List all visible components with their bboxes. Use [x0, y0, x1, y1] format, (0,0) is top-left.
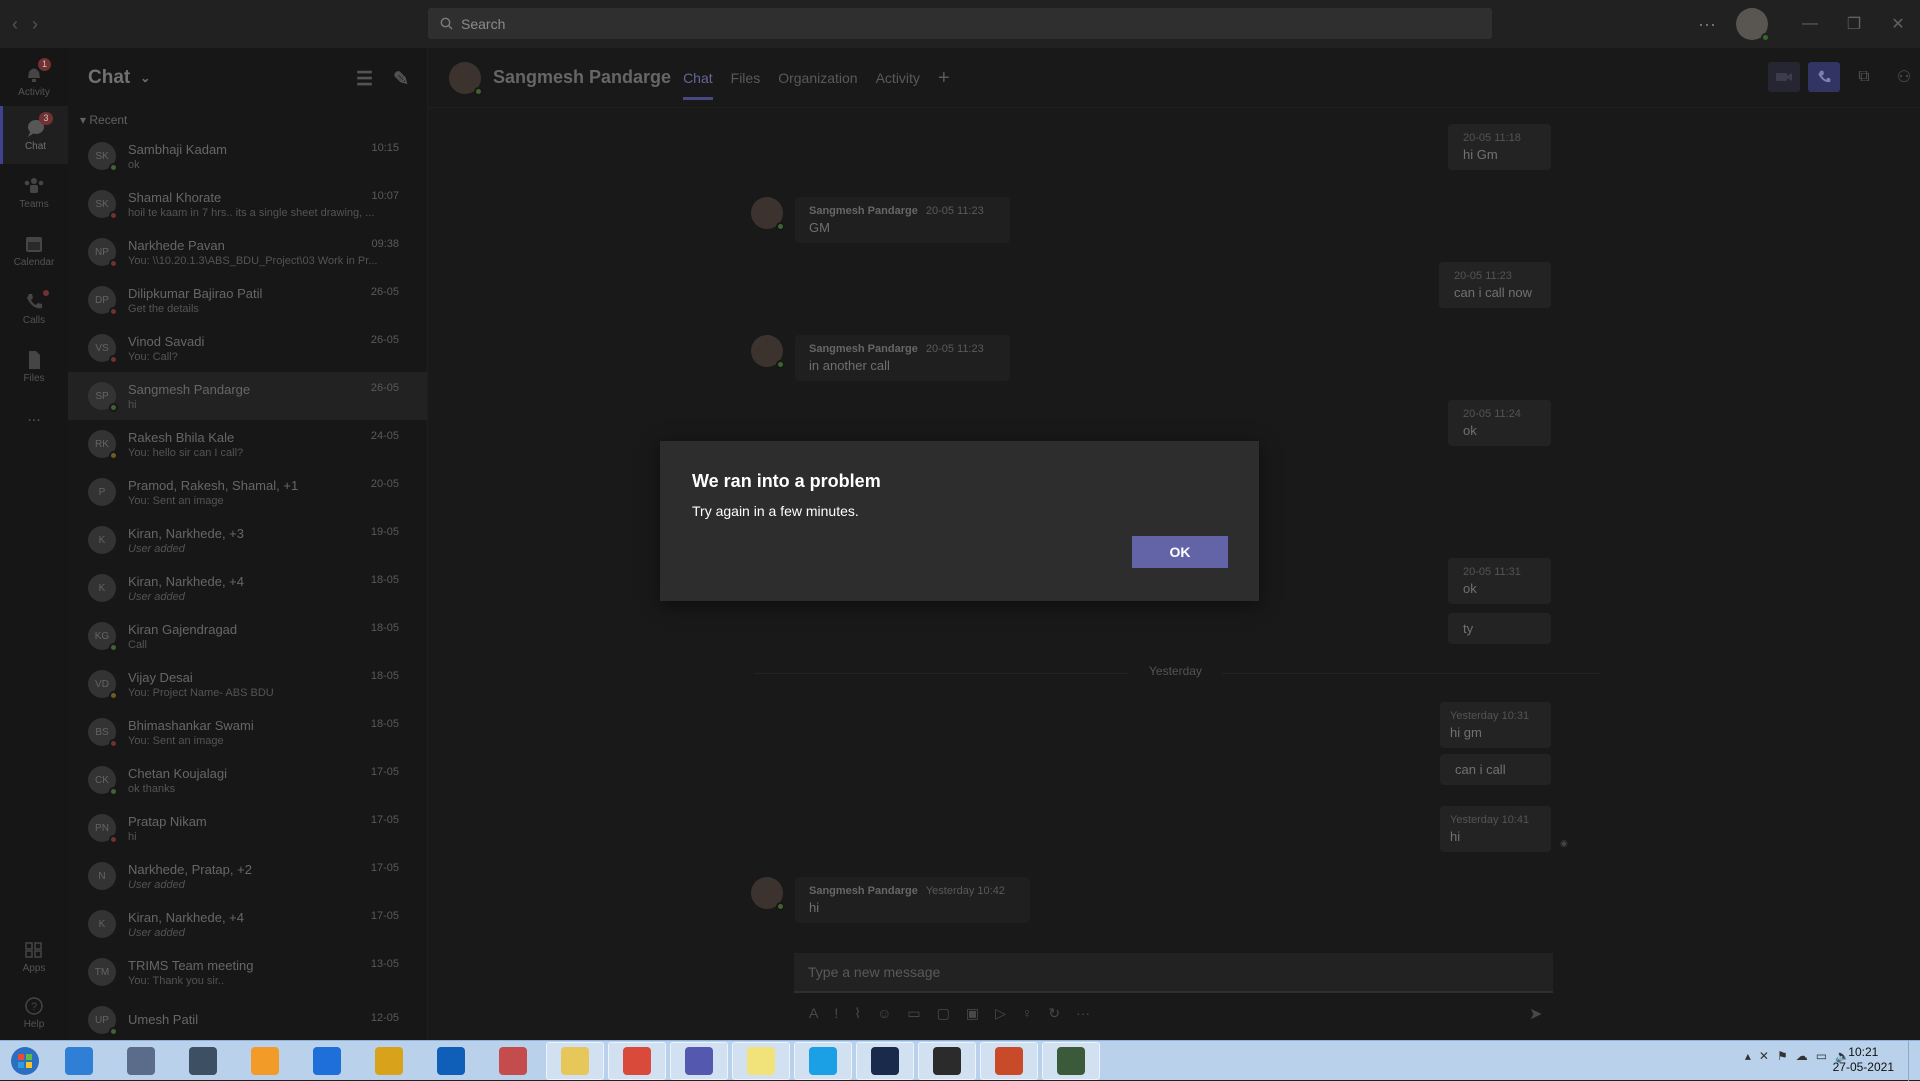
- taskbar-app-sticky-notes[interactable]: [732, 1041, 790, 1080]
- taskbar-app-powerpoint[interactable]: [980, 1041, 1038, 1080]
- snipping-icon: [933, 1046, 961, 1075]
- taskbar-app-skype[interactable]: [794, 1041, 852, 1080]
- nx-icon: [871, 1046, 899, 1075]
- show-desktop-button[interactable]: [1908, 1041, 1920, 1081]
- taskbar-app-internet-explorer[interactable]: [50, 1042, 108, 1080]
- clock-date: 27-05-2021: [1832, 1060, 1894, 1074]
- teams-icon: [685, 1046, 713, 1075]
- skype-icon: [809, 1046, 837, 1075]
- start-button[interactable]: [0, 1041, 50, 1081]
- nx-tray-icon[interactable]: ✕: [1759, 1049, 1769, 1063]
- onedrive-icon: [313, 1046, 341, 1075]
- sticky-notes-icon: [747, 1046, 775, 1075]
- taskbar-app-device-manager[interactable]: [174, 1042, 232, 1080]
- ok-button[interactable]: OK: [1132, 536, 1228, 568]
- taskbar-app-nx[interactable]: [856, 1041, 914, 1080]
- network-icon[interactable]: ▭: [1816, 1049, 1827, 1063]
- paint-icon: [499, 1046, 527, 1075]
- taskbar-app-3d-viewer[interactable]: [360, 1042, 418, 1080]
- taskbar-app-media-player[interactable]: [236, 1042, 294, 1080]
- windows-logo-icon: [11, 1046, 39, 1075]
- outlook-icon: [437, 1046, 465, 1075]
- taskbar-app-onedrive[interactable]: [298, 1042, 356, 1080]
- taskbar-app-system-tool[interactable]: [112, 1042, 170, 1080]
- onedrive-tray-icon[interactable]: ☁: [1796, 1049, 1808, 1063]
- flag-icon[interactable]: ⚑: [1777, 1049, 1788, 1063]
- internet-explorer-icon: [65, 1046, 93, 1075]
- dialog-message: Try again in a few minutes.: [692, 503, 859, 519]
- taskbar-app-chrome[interactable]: [608, 1041, 666, 1080]
- device-manager-icon: [189, 1046, 217, 1075]
- chrome-icon: [623, 1046, 651, 1075]
- error-dialog: We ran into a problem Try again in a few…: [660, 441, 1259, 601]
- media-player-icon: [251, 1046, 279, 1075]
- system-tool-icon: [127, 1046, 155, 1075]
- taskbar-app-outlook[interactable]: [422, 1042, 480, 1080]
- system-clock[interactable]: 10:21 27-05-2021: [1833, 1045, 1894, 1075]
- 3d-viewer-icon: [375, 1046, 403, 1075]
- file-explorer-icon: [561, 1046, 589, 1075]
- taskbar-app-snipping[interactable]: [918, 1041, 976, 1080]
- taskbar-app-teams[interactable]: [670, 1041, 728, 1080]
- taskbar: ▴ ✕ ⚑ ☁ ▭ 🔈 10:21 27-05-2021: [0, 1040, 1920, 1081]
- clock-time: 10:21: [1848, 1045, 1879, 1059]
- taskbar-app-file-explorer[interactable]: [546, 1041, 604, 1080]
- powerpoint-icon: [995, 1046, 1023, 1075]
- show-hidden-icons-icon[interactable]: ▴: [1745, 1049, 1751, 1063]
- taskbar-app-monitor[interactable]: [1042, 1041, 1100, 1080]
- taskbar-apps: [50, 1041, 1104, 1080]
- monitor-icon: [1057, 1046, 1085, 1075]
- taskbar-app-paint[interactable]: [484, 1042, 542, 1080]
- dialog-title: We ran into a problem: [692, 471, 881, 491]
